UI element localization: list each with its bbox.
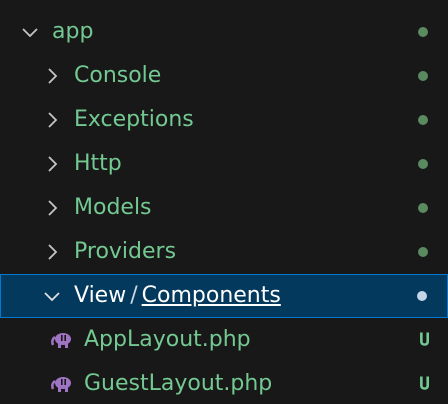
compact-folder-segment-view[interactable]: View: [74, 285, 126, 307]
file-label: GuestLayout.php: [84, 371, 273, 396]
modified-dot-indicator: [418, 71, 428, 81]
tree-folder-exceptions[interactable]: Exceptions: [0, 98, 448, 142]
modified-dot-indicator: [418, 27, 428, 37]
tree-folder-http[interactable]: Http: [0, 142, 448, 186]
chevron-right-icon: [40, 240, 64, 264]
php-elephant-icon: [50, 331, 74, 349]
git-status-badge: U: [419, 373, 430, 395]
folder-label: Exceptions: [74, 107, 194, 132]
chevron-right-icon: [40, 108, 64, 132]
tree-folder-view-components[interactable]: View / Components: [0, 274, 448, 318]
tree-folder-app[interactable]: app: [0, 10, 448, 54]
file-explorer-tree: app Console Exceptions Http Models Provi…: [0, 0, 448, 404]
chevron-down-icon: [18, 20, 42, 44]
chevron-right-icon: [40, 64, 64, 88]
tree-file-applayout[interactable]: AppLayout.php U: [0, 318, 448, 362]
folder-label: Http: [74, 151, 122, 176]
chevron-right-icon: [40, 196, 64, 220]
folder-label: Console: [74, 63, 162, 88]
chevron-down-icon: [40, 284, 64, 308]
tree-folder-console[interactable]: Console: [0, 54, 448, 98]
file-label: AppLayout.php: [84, 327, 251, 352]
compact-folder-segment-components[interactable]: Components: [142, 285, 281, 307]
folder-label: Models: [74, 195, 152, 220]
modified-dot-indicator: [418, 115, 428, 125]
tree-folder-providers[interactable]: Providers: [0, 230, 448, 274]
chevron-right-icon: [40, 152, 64, 176]
tree-file-guestlayout[interactable]: GuestLayout.php U: [0, 362, 448, 404]
folder-label: app: [52, 19, 94, 44]
modified-dot-indicator: [418, 159, 428, 169]
tree-folder-models[interactable]: Models: [0, 186, 448, 230]
path-separator: /: [130, 283, 138, 308]
folder-label: Providers: [74, 239, 177, 264]
php-elephant-icon: [50, 375, 74, 393]
modified-dot-indicator: [418, 203, 428, 213]
modified-dot-indicator: [418, 247, 428, 257]
modified-dot-indicator: [417, 291, 427, 301]
git-status-badge: U: [419, 329, 430, 351]
